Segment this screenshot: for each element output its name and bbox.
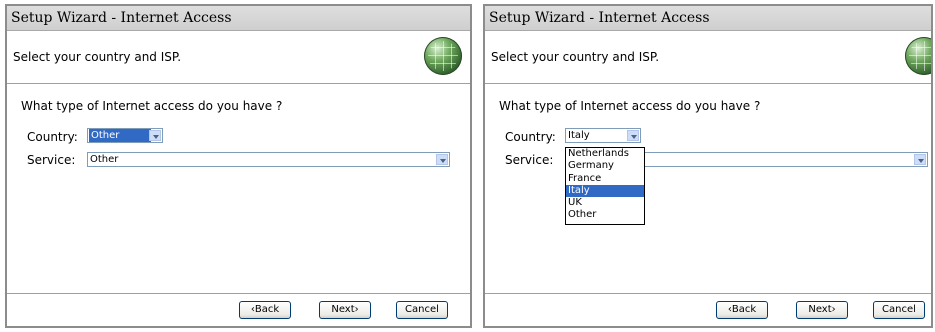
globe-icon [905,37,931,75]
wizard-footer: ‹Back Next› Cancel [7,293,470,326]
service-select-value: Other [90,154,119,165]
wizard-subtitle: Select your country and ISP. [13,50,182,64]
question-text: What type of Internet access do you have… [499,99,761,113]
country-label: Country: [27,130,78,144]
chevron-down-icon[interactable] [627,130,639,141]
country-dropdown-list[interactable]: Netherlands Germany France Italy UK Othe… [565,147,645,225]
wizard-window-right: Setup Wizard - Internet Access Select yo… [483,4,933,328]
country-select-value: Italy [568,130,590,141]
dropdown-option[interactable]: Germany [566,160,644,172]
wizard-footer: ‹Back Next› Cancel [485,293,931,326]
dropdown-option[interactable]: Other [566,209,644,221]
chevron-down-icon[interactable] [914,154,926,165]
back-button[interactable]: ‹Back [239,301,291,319]
dropdown-option-selected[interactable]: Italy [566,184,644,198]
service-label: Service: [505,153,554,167]
next-button[interactable]: Next› [319,301,371,319]
country-label: Country: [505,130,556,144]
window-title: Setup Wizard - Internet Access [7,6,470,31]
next-button[interactable]: Next› [796,301,848,319]
cancel-button[interactable]: Cancel [396,301,448,319]
country-select-value: Other [89,129,151,142]
wizard-header: Select your country and ISP. [7,31,470,84]
country-select[interactable]: Italy [565,128,641,143]
service-label: Service: [27,153,76,167]
dropdown-option[interactable]: UK [566,197,644,209]
back-button[interactable]: ‹Back [716,301,768,319]
dropdown-option[interactable]: Netherlands [566,148,644,160]
wizard-window-left: Setup Wizard - Internet Access Select yo… [5,4,472,328]
service-select[interactable]: Other [87,152,450,167]
globe-icon [424,37,462,75]
question-text: What type of Internet access do you have… [21,99,283,113]
wizard-subtitle: Select your country and ISP. [491,50,660,64]
country-select[interactable]: Other [87,128,163,143]
chevron-down-icon[interactable] [149,130,161,141]
dropdown-option[interactable]: France [566,173,644,185]
cancel-button[interactable]: Cancel [873,301,925,319]
window-title: Setup Wizard - Internet Access [485,6,931,31]
wizard-header: Select your country and ISP. [485,31,931,84]
chevron-down-icon[interactable] [436,154,448,165]
